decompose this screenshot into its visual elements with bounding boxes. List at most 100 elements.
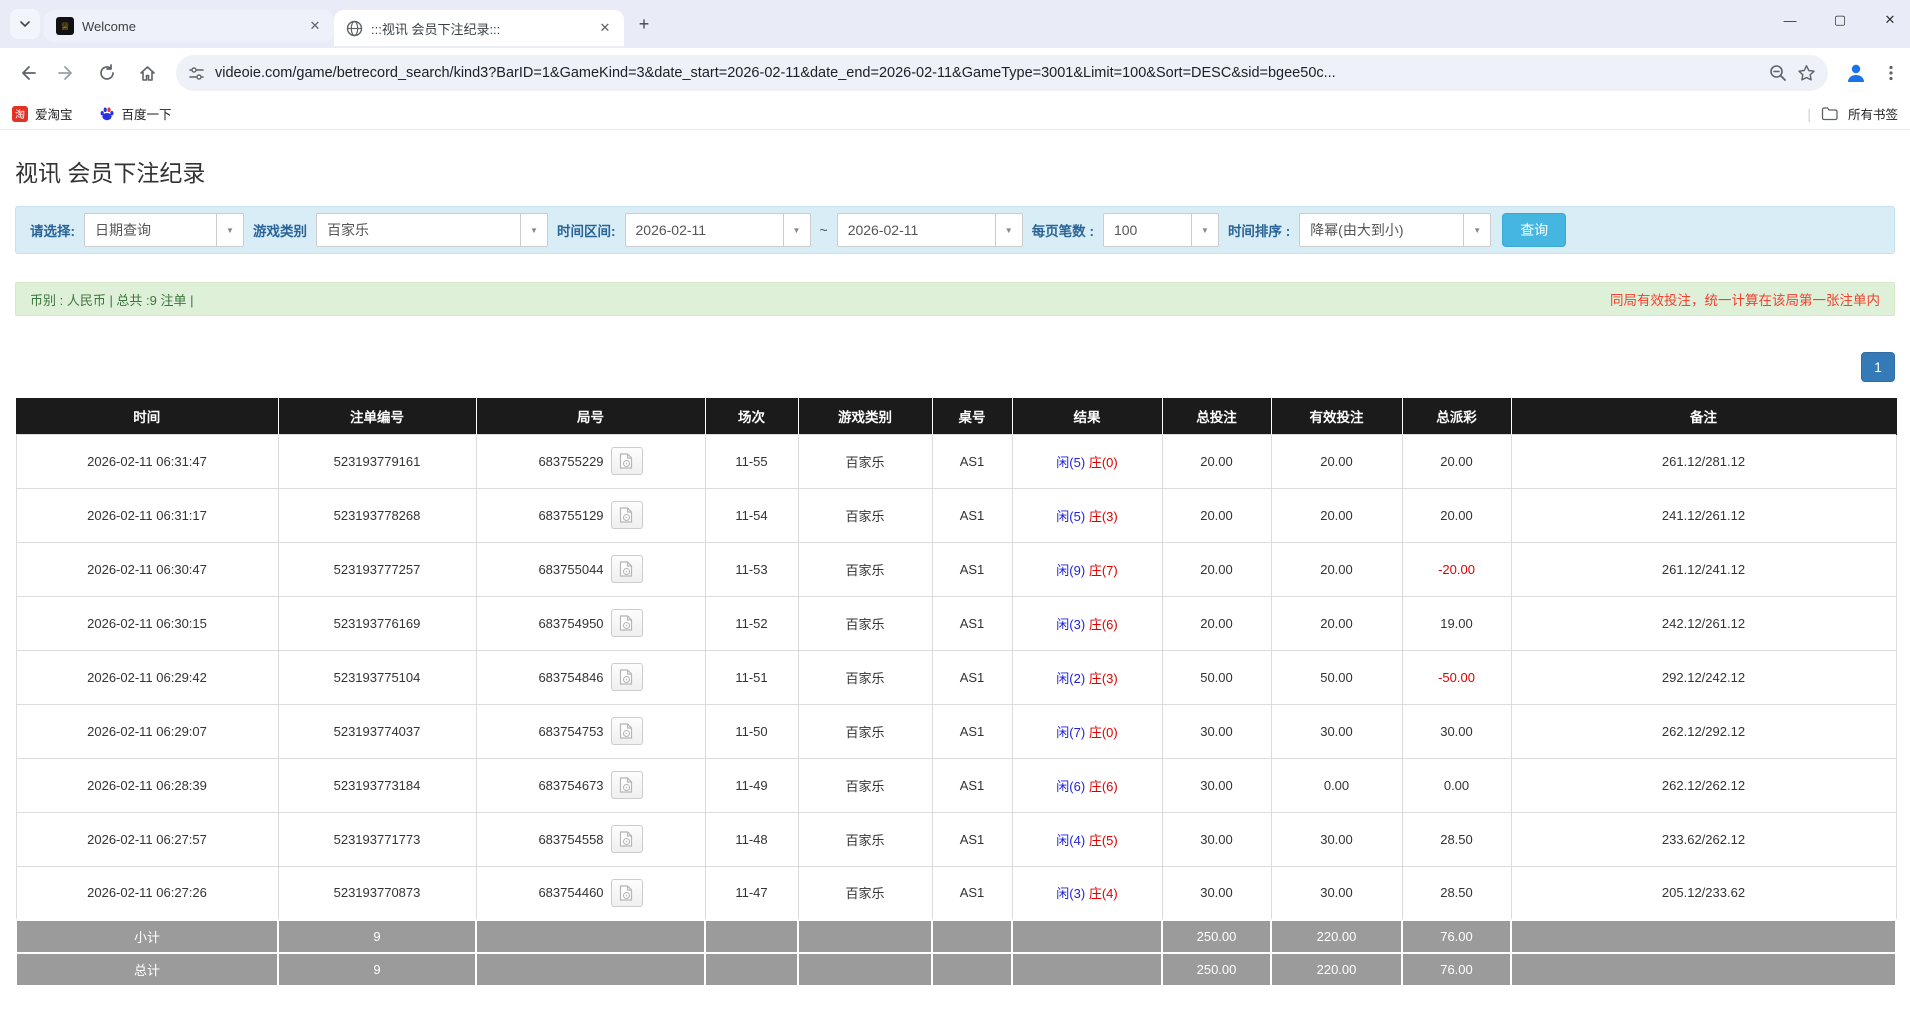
video-replay-button[interactable] xyxy=(611,501,643,529)
game-kind-label: 游戏类别 xyxy=(253,220,307,240)
tab-close-icon[interactable]: ✕ xyxy=(306,17,324,35)
cell-total-bet-link[interactable]: 30.00 xyxy=(1162,758,1271,812)
game-kind-select[interactable]: 百家乐 ▼ xyxy=(316,213,548,247)
cell-game-kind: 百家乐 xyxy=(798,650,932,704)
cell-round-no: 683755044 xyxy=(476,542,705,596)
table-row: 2026-02-11 06:30:15 523193776169 6837549… xyxy=(16,596,1896,650)
cell-time: 2026-02-11 06:29:07 xyxy=(16,704,278,758)
bookmark-baidu[interactable]: 百度一下 xyxy=(99,104,172,123)
per-page-select[interactable]: 100 ▼ xyxy=(1103,213,1219,247)
cell-round-no: 683755129 xyxy=(476,488,705,542)
cell-result: 闲(3) 庄(6) xyxy=(1012,596,1162,650)
bookmarks-right: | 所有书签 xyxy=(1807,104,1898,123)
video-replay-button[interactable] xyxy=(611,717,643,745)
banker-result: 庄(0) xyxy=(1089,455,1118,470)
video-file-icon xyxy=(619,723,634,739)
chevron-down-icon: ▼ xyxy=(1463,214,1490,246)
table-row: 2026-02-11 06:27:57 523193771773 6837545… xyxy=(16,812,1896,866)
menu-dots-icon[interactable] xyxy=(1882,64,1900,82)
table-header-row: 时间 注单编号 局号 场次 游戏类别 桌号 结果 总投注 有效投注 总派彩 备注 xyxy=(16,398,1896,434)
cell-total-bet-link[interactable]: 20.00 xyxy=(1162,488,1271,542)
cell-session: 11-48 xyxy=(705,812,798,866)
header-result: 结果 xyxy=(1012,398,1162,434)
cell-total-bet-link[interactable]: 30.00 xyxy=(1162,866,1271,920)
page-1-button[interactable]: 1 xyxy=(1861,352,1895,382)
summary-count: 9 xyxy=(278,953,476,986)
video-replay-button[interactable] xyxy=(611,879,643,907)
cell-total-bet-link[interactable]: 20.00 xyxy=(1162,542,1271,596)
globe-icon xyxy=(346,20,363,37)
video-replay-button[interactable] xyxy=(611,663,643,691)
cell-payout: -20.00 xyxy=(1402,542,1511,596)
cell-round-no: 683754673 xyxy=(476,758,705,812)
banker-result: 庄(7) xyxy=(1089,563,1118,578)
tab-search-button[interactable] xyxy=(10,9,40,39)
tab-title: Welcome xyxy=(82,19,298,34)
minimize-button[interactable]: — xyxy=(1780,13,1800,28)
player-result: 闲(4) xyxy=(1056,833,1085,848)
cell-total-bet-link[interactable]: 30.00 xyxy=(1162,704,1271,758)
cell-game-kind: 百家乐 xyxy=(798,866,932,920)
cell-payout: 28.50 xyxy=(1402,812,1511,866)
bookmark-star-icon[interactable] xyxy=(1797,64,1816,83)
table-row: 2026-02-11 06:28:39 523193773184 6837546… xyxy=(16,758,1896,812)
cell-payout: 20.00 xyxy=(1402,488,1511,542)
close-window-button[interactable]: ✕ xyxy=(1880,12,1900,28)
date-end-select[interactable]: 2026-02-11 ▼ xyxy=(837,213,1023,247)
url-bar[interactable]: videoie.com/game/betrecord_search/kind3?… xyxy=(176,55,1828,91)
zoom-out-icon[interactable] xyxy=(1769,64,1787,82)
summary-total-bet: 250.00 xyxy=(1162,953,1271,986)
all-bookmarks-button[interactable]: 所有书签 xyxy=(1848,104,1898,123)
search-button[interactable]: 查询 xyxy=(1502,213,1566,247)
cell-round-no: 683754950 xyxy=(476,596,705,650)
cell-session: 11-52 xyxy=(705,596,798,650)
video-file-icon xyxy=(619,615,634,631)
new-tab-button[interactable]: + xyxy=(630,10,658,38)
cell-result: 闲(7) 庄(0) xyxy=(1012,704,1162,758)
tab-bet-record[interactable]: :::视讯 会员下注纪录::: ✕ xyxy=(334,10,624,46)
cell-total-bet-link[interactable]: 50.00 xyxy=(1162,650,1271,704)
home-button[interactable] xyxy=(130,56,164,90)
forward-button[interactable] xyxy=(50,56,84,90)
cell-result: 闲(4) 庄(5) xyxy=(1012,812,1162,866)
tab-close-icon[interactable]: ✕ xyxy=(596,19,614,37)
cell-valid-bet: 0.00 xyxy=(1271,758,1402,812)
reload-button[interactable] xyxy=(90,56,124,90)
header-payout: 总派彩 xyxy=(1402,398,1511,434)
chevron-down-icon: ▼ xyxy=(520,214,547,246)
cell-time: 2026-02-11 06:31:17 xyxy=(16,488,278,542)
sort-select[interactable]: 降幂(由大到小) ▼ xyxy=(1299,213,1491,247)
tilde-separator: ~ xyxy=(820,222,828,238)
cell-bet-no: 523193771773 xyxy=(278,812,476,866)
tab-welcome[interactable]: ♕ Welcome ✕ xyxy=(44,10,334,42)
cell-time: 2026-02-11 06:31:47 xyxy=(16,434,278,488)
video-replay-button[interactable] xyxy=(611,447,643,475)
cell-total-bet-link[interactable]: 20.00 xyxy=(1162,434,1271,488)
cell-time: 2026-02-11 06:27:57 xyxy=(16,812,278,866)
bet-records-table: 时间 注单编号 局号 场次 游戏类别 桌号 结果 总投注 有效投注 总派彩 备注… xyxy=(15,398,1897,987)
profile-icon[interactable] xyxy=(1844,61,1868,85)
url-text[interactable]: videoie.com/game/betrecord_search/kind3?… xyxy=(215,65,1759,81)
player-result: 闲(6) xyxy=(1056,779,1085,794)
bookmark-label: 爱淘宝 xyxy=(35,104,73,123)
site-settings-icon[interactable] xyxy=(188,65,205,82)
video-replay-button[interactable] xyxy=(611,609,643,637)
bookmark-taobao[interactable]: 淘 爱淘宝 xyxy=(12,104,73,123)
query-type-select[interactable]: 日期查询 ▼ xyxy=(84,213,244,247)
cell-round-no: 683754753 xyxy=(476,704,705,758)
back-button[interactable] xyxy=(10,56,44,90)
maximize-button[interactable]: ▢ xyxy=(1830,12,1850,28)
chevron-down-icon: ▼ xyxy=(216,214,243,246)
cell-total-bet-link[interactable]: 20.00 xyxy=(1162,596,1271,650)
cell-total-bet-link[interactable]: 30.00 xyxy=(1162,812,1271,866)
video-replay-button[interactable] xyxy=(611,771,643,799)
video-replay-button[interactable] xyxy=(611,825,643,853)
cell-time: 2026-02-11 06:30:15 xyxy=(16,596,278,650)
tab-strip: ♕ Welcome ✕ :::视讯 会员下注纪录::: ✕ + — ▢ ✕ xyxy=(0,0,1910,48)
cell-valid-bet: 20.00 xyxy=(1271,596,1402,650)
video-replay-button[interactable] xyxy=(611,555,643,583)
summary-label: 小计 xyxy=(16,920,278,953)
summary-total-bet: 250.00 xyxy=(1162,920,1271,953)
cell-game-kind: 百家乐 xyxy=(798,704,932,758)
date-start-select[interactable]: 2026-02-11 ▼ xyxy=(625,213,811,247)
